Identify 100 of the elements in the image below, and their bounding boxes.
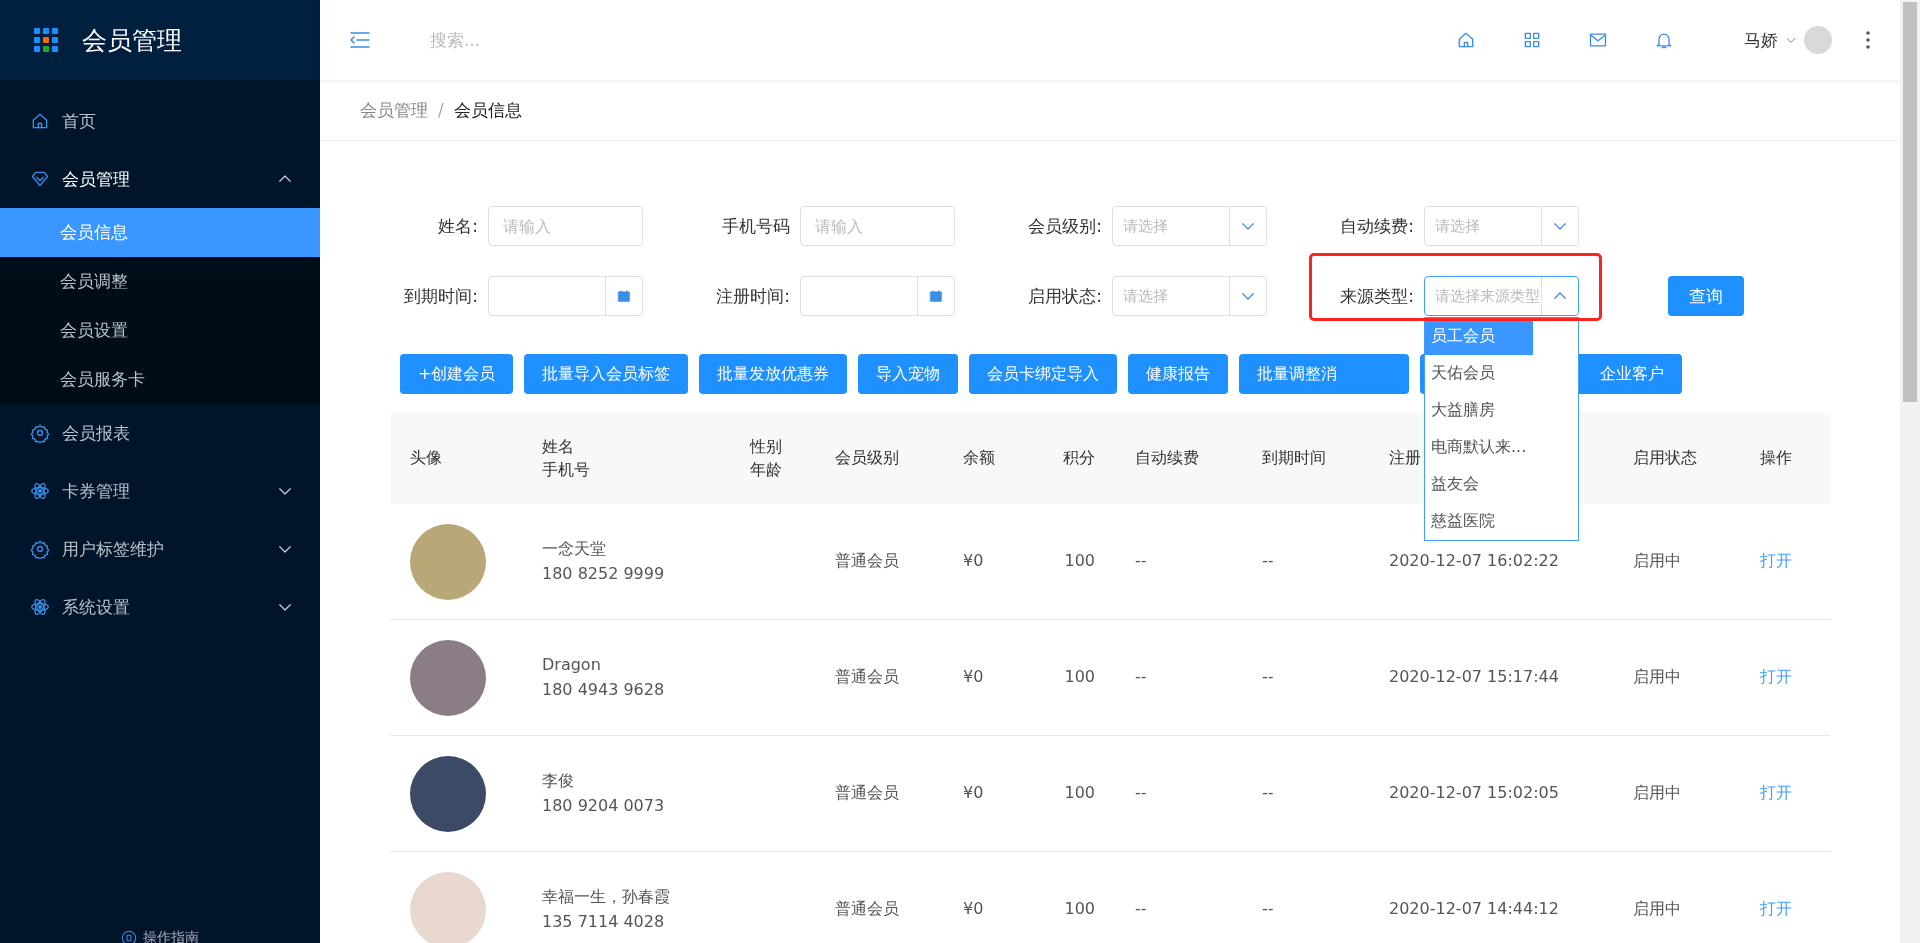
table-cell: -- <box>1242 851 1369 943</box>
action-button[interactable]: 导入宠物 <box>858 354 959 394</box>
open-link[interactable]: 打开 <box>1760 899 1792 919</box>
submenu-item[interactable]: 会员设置 <box>0 306 320 355</box>
table-cell: 普通会员 <box>815 504 943 620</box>
table-cell: ¥0 <box>943 851 1040 943</box>
table-cell: 2020-12-07 15:17:44 <box>1369 619 1613 736</box>
diamond-icon <box>30 169 50 189</box>
table-cell: -- <box>1242 735 1369 852</box>
dropdown-option[interactable]: 益友会 <box>1425 466 1578 503</box>
table-cell: 100 <box>1040 504 1115 620</box>
table-cell: -- <box>1115 504 1242 620</box>
date-input[interactable] <box>488 276 606 316</box>
open-link[interactable]: 打开 <box>1760 783 1792 803</box>
table-cell: 100 <box>1040 735 1115 852</box>
select-field[interactable]: 请选择 <box>1112 206 1267 246</box>
calendar-icon <box>617 289 631 303</box>
table-cell: 启用中 <box>1613 619 1740 736</box>
name-phone-cell: 幸福一生，孙春霞 135 7114 4028 <box>522 851 730 943</box>
table-cell: 启用中 <box>1613 735 1740 852</box>
text-input[interactable]: 请输入 <box>488 206 643 246</box>
name-phone-cell: 李俊 180 9204 0073 <box>522 735 730 852</box>
name-phone-cell: Dragon 180 4943 9628 <box>522 619 730 736</box>
home-icon <box>1456 30 1476 50</box>
action-button[interactable]: 批量导入会员标签 <box>524 354 689 394</box>
column-header: 操作 <box>1740 413 1830 504</box>
user-avatar[interactable] <box>1804 26 1832 54</box>
menu-item[interactable]: 用户标签维护 <box>0 520 320 578</box>
select-field[interactable]: 请选择来源类型 <box>1424 276 1579 316</box>
dropdown-option[interactable]: 慈益医院 <box>1425 503 1578 540</box>
menu-item[interactable]: 首页 <box>0 92 320 150</box>
menu-item[interactable]: 系统设置 <box>0 578 320 636</box>
table-cell: -- <box>1115 735 1242 852</box>
date-input[interactable] <box>800 276 918 316</box>
text-input[interactable]: 请输入 <box>800 206 955 246</box>
column-header: 自动续费 <box>1115 413 1242 504</box>
action-button[interactable]: 会员卡绑定导入 <box>969 354 1118 394</box>
select-field[interactable]: 请选择 <box>1424 206 1579 246</box>
more-icon <box>1866 31 1870 49</box>
atom-icon <box>30 481 50 501</box>
scrollbar-thumb[interactable] <box>1903 2 1917 402</box>
submenu-item[interactable]: 会员服务卡 <box>0 355 320 404</box>
table-cell: 启用中 <box>1613 504 1740 620</box>
table-cell: -- <box>1115 619 1242 736</box>
gear-icon <box>30 423 50 443</box>
table-cell: -- <box>1242 619 1369 736</box>
grid-icon <box>1522 30 1542 50</box>
user-name[interactable]: 马娇 <box>1744 28 1778 52</box>
filter-label: 注册时间: <box>715 284 790 308</box>
column-header: 性别 年龄 <box>730 413 815 504</box>
open-link[interactable]: 打开 <box>1760 551 1792 571</box>
search-field[interactable]: 搜索... <box>428 29 832 51</box>
table-cell: ¥0 <box>943 504 1040 620</box>
table-cell: 100 <box>1040 851 1115 943</box>
breadcrumb-item[interactable]: 会员管理 <box>360 98 428 122</box>
calendar-icon <box>929 289 943 303</box>
menu-item[interactable]: 会员报表 <box>0 404 320 462</box>
action-button[interactable]: 健康报告 <box>1128 354 1229 394</box>
breadcrumb-separator: / <box>438 100 444 120</box>
table-cell: -- <box>1242 504 1369 620</box>
column-header: 余额 <box>943 413 1040 504</box>
menu-item[interactable]: 会员管理 <box>0 150 320 208</box>
select-field[interactable]: 请选择 <box>1112 276 1267 316</box>
gear-icon <box>30 539 50 559</box>
table-cell: ¥0 <box>943 619 1040 736</box>
column-header: 姓名 手机号 <box>522 413 730 504</box>
calendar-button[interactable] <box>918 276 955 316</box>
table-cell: 普通会员 <box>815 851 943 943</box>
filter-label: 手机号码 <box>721 214 790 238</box>
name-phone-cell: 一念天堂 180 8252 9999 <box>522 504 730 620</box>
action-button[interactable]: 批量调整消 <box>1239 354 1410 394</box>
home-icon <box>30 111 50 131</box>
column-header: 头像 <box>390 413 522 504</box>
open-link[interactable]: 打开 <box>1760 667 1792 687</box>
atom-icon <box>30 597 50 617</box>
dropdown-option[interactable]: 电商默认来... <box>1425 429 1578 466</box>
calendar-button[interactable] <box>606 276 643 316</box>
table-cell: 普通会员 <box>815 619 943 736</box>
submenu-item[interactable]: 会员信息 <box>0 208 320 257</box>
filter-label: 会员级别: <box>1027 214 1102 238</box>
table-cell: 启用中 <box>1613 851 1740 943</box>
table-cell: 2020-12-07 15:02:05 <box>1369 735 1613 852</box>
menu-item[interactable]: 卡券管理 <box>0 462 320 520</box>
table-cell: 2020-12-07 14:44:12 <box>1369 851 1613 943</box>
filter-label: 来源类型: <box>1339 284 1414 308</box>
filter-label: 姓名: <box>437 214 478 238</box>
submenu-item[interactable]: 会员调整 <box>0 257 320 306</box>
table-cell: 100 <box>1040 619 1115 736</box>
table-cell: 普通会员 <box>815 735 943 852</box>
app-title: 会员管理 <box>82 24 182 57</box>
filter-label: 到期时间: <box>403 284 478 308</box>
action-button[interactable]: 批量发放优惠券 <box>699 354 848 394</box>
action-button[interactable]: +创建会员 <box>400 354 514 394</box>
filter-label: 自动续费: <box>1339 214 1414 238</box>
breadcrumb-item: 会员信息 <box>453 98 522 122</box>
table-cell: ¥0 <box>943 735 1040 852</box>
query-button[interactable]: 查询 <box>1668 276 1744 316</box>
filter-label: 启用状态: <box>1027 284 1102 308</box>
column-header: 到期时间 <box>1242 413 1369 504</box>
dropdown-option[interactable]: 天佑会员 <box>1425 355 1578 392</box>
